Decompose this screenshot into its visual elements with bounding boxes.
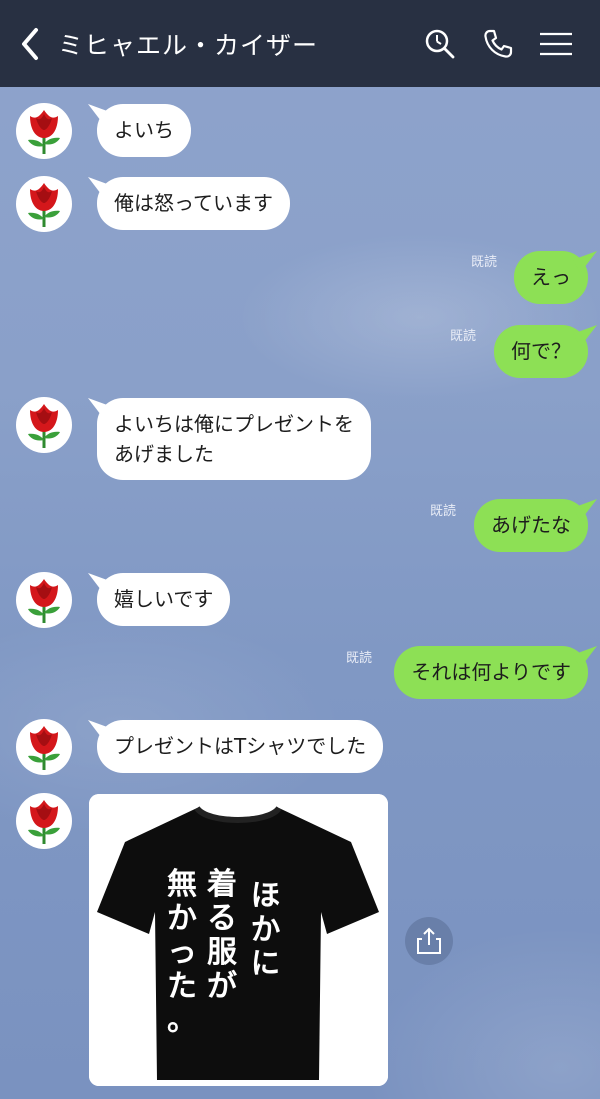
message-bubble-outgoing[interactable]: えっ	[514, 251, 588, 304]
search-icon	[425, 29, 455, 58]
avatar[interactable]	[16, 719, 72, 775]
tshirt-image: ほかに 着る服が 無かった。	[89, 794, 388, 1086]
phone-icon	[484, 29, 513, 58]
rose-icon	[28, 183, 60, 227]
message-bubble-incoming[interactable]: 俺は怒っています	[97, 177, 290, 230]
rose-icon	[28, 579, 60, 623]
avatar[interactable]	[16, 572, 72, 628]
call-button[interactable]	[480, 26, 516, 62]
message-bubble-outgoing[interactable]: それは何よりです	[394, 646, 588, 699]
message-bubble-incoming[interactable]: よいちは俺にプレゼントを あげました	[97, 398, 371, 480]
avatar[interactable]	[16, 176, 72, 232]
menu-button[interactable]	[538, 26, 574, 62]
read-receipt: 既読	[450, 329, 477, 344]
read-receipt: 既読	[430, 504, 457, 519]
share-button[interactable]	[405, 917, 453, 965]
avatar[interactable]	[16, 103, 72, 159]
message-bubble-outgoing[interactable]: 何で？	[494, 325, 588, 378]
rose-icon	[28, 110, 60, 154]
share-icon	[417, 927, 441, 954]
message-bubble-outgoing[interactable]: あげたな	[474, 499, 588, 552]
chat-header: ミヒャエル・カイザー	[0, 0, 600, 87]
shirt-text-line-2: 着る服が	[207, 867, 238, 1004]
rose-icon	[28, 726, 60, 770]
message-bubble-incoming[interactable]: プレゼントはTシャツでした	[97, 720, 384, 773]
image-message[interactable]: ほかに 着る服が 無かった。	[89, 794, 388, 1086]
avatar[interactable]	[16, 397, 72, 453]
shirt-text-line-3: 無かった。	[167, 867, 197, 1038]
read-receipt: 既読	[471, 255, 498, 270]
shirt-text-line-1: ほかに	[245, 879, 280, 977]
rose-icon	[28, 404, 60, 448]
back-button[interactable]	[4, 0, 56, 87]
read-receipt: 既読	[346, 651, 373, 666]
rose-icon	[28, 800, 60, 844]
hamburger-icon	[540, 32, 572, 55]
avatar[interactable]	[16, 793, 72, 849]
message-bubble-incoming[interactable]: 嬉しいです	[97, 573, 231, 626]
search-button[interactable]	[422, 26, 458, 62]
message-bubble-incoming[interactable]: よいち	[97, 104, 191, 157]
chevron-left-icon	[22, 27, 38, 60]
chat-title: ミヒャエル・カイザー	[58, 30, 319, 60]
